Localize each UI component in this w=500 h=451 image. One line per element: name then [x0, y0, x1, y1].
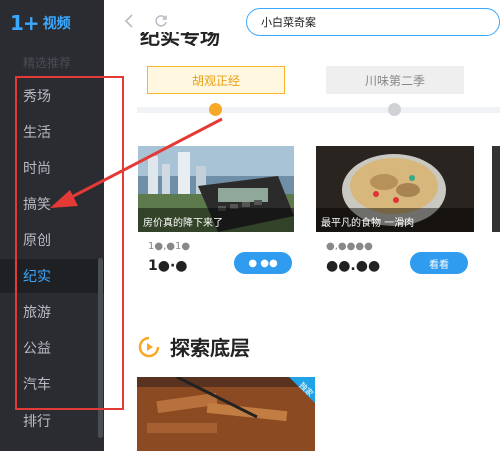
app-logo[interactable]: 1+ 视频 — [10, 10, 90, 36]
video-card[interactable]: 房价真的降下来了 1●,●1● 1●·● ● ●● — [138, 146, 294, 274]
sidebar-item-label: 排行 — [23, 414, 51, 430]
video-count: ●●.●● — [326, 258, 381, 274]
video-caption: 最平凡的食物 一滑肉 — [316, 208, 474, 232]
watch-button[interactable]: 看看 — [410, 252, 468, 274]
section-title: 探索底层 — [170, 336, 250, 360]
chevron-left-icon[interactable] — [120, 12, 138, 30]
watch-button[interactable]: ● ●● — [234, 252, 292, 274]
refresh-icon[interactable] — [152, 12, 170, 30]
section-title-documentary: 纪实专场 — [140, 32, 220, 46]
timeline-track — [137, 107, 500, 113]
timeline-dot[interactable] — [388, 103, 401, 116]
search-input[interactable] — [261, 15, 461, 29]
section-header-explore: 探索底层 — [138, 332, 250, 361]
search-box[interactable] — [246, 8, 500, 36]
logo-text: 视频 — [42, 16, 71, 32]
logo-mark: 1+ — [10, 11, 40, 35]
sidebar-subtitle: 精选推荐 — [23, 56, 72, 70]
video-count: 1●·● — [148, 258, 188, 274]
video-caption: 房价真的降下来了 — [138, 208, 294, 232]
play-circle-icon — [138, 336, 160, 357]
annotation-box — [15, 76, 124, 410]
video-card-partial[interactable] — [492, 146, 500, 232]
video-thumbnail[interactable]: 最平凡的食物 一滑肉 — [316, 146, 474, 232]
video-card[interactable]: 最平凡的食物 一滑肉 ●,●●●● ●●.●● 看看 — [316, 146, 474, 274]
tab-chuanwei[interactable]: 川味第二季 — [326, 66, 464, 94]
tab-huguan[interactable]: 胡观正经 — [147, 66, 285, 94]
video-thumbnail[interactable]: 房价真的降下来了 — [138, 146, 294, 232]
video-meta: ●,●●●● — [326, 241, 373, 252]
video-meta: 1●,●1● — [148, 241, 191, 252]
video-thumbnail-large[interactable]: 独家 — [137, 377, 315, 451]
timeline-dot-active[interactable] — [209, 103, 222, 116]
